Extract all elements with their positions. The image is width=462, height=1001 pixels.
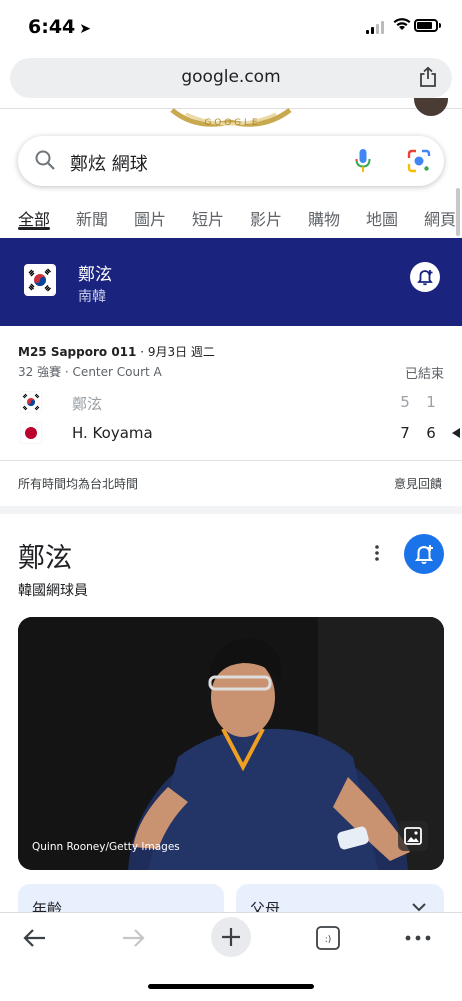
follow-bell-button[interactable] bbox=[410, 262, 440, 292]
tab-short-videos[interactable]: 短片 bbox=[192, 206, 224, 230]
image-icon bbox=[404, 827, 422, 845]
bell-plus-icon bbox=[417, 270, 433, 286]
share-icon[interactable] bbox=[418, 66, 438, 88]
entity-subtitle: 韓國網球員 bbox=[18, 583, 88, 599]
google-doodle-logo[interactable]: G O O G L E bbox=[166, 108, 296, 128]
avatar[interactable] bbox=[414, 98, 448, 116]
scrollbar[interactable] bbox=[456, 188, 460, 236]
search-tabs: 全部 新聞 圖片 短片 影片 購物 地圖 網頁 bbox=[0, 200, 462, 236]
set-score: 6 bbox=[426, 424, 436, 442]
player-photo[interactable]: Quinn Rooney/Getty Images bbox=[18, 617, 444, 870]
more-menu-icon[interactable] bbox=[404, 925, 432, 951]
set-score: 7 bbox=[400, 424, 410, 442]
battery-icon bbox=[414, 19, 438, 32]
active-tab-indicator bbox=[18, 227, 50, 230]
location-arrow-icon: ➤ bbox=[79, 21, 91, 37]
search-icon bbox=[35, 150, 55, 170]
winner-indicator-icon bbox=[452, 428, 460, 438]
search-box[interactable]: 鄭炫 網球 bbox=[18, 136, 444, 186]
japan-flag-icon bbox=[20, 422, 42, 444]
korea-flag-icon bbox=[24, 264, 56, 296]
address-bar[interactable]: google.com bbox=[10, 58, 452, 98]
bell-plus-icon bbox=[415, 545, 433, 565]
banner-player-name[interactable]: 鄭泫 bbox=[78, 260, 112, 285]
back-arrow-icon[interactable] bbox=[22, 925, 48, 951]
google-lens-icon[interactable] bbox=[406, 148, 432, 174]
more-options-icon[interactable] bbox=[372, 544, 382, 564]
tab-shopping[interactable]: 購物 bbox=[308, 206, 340, 230]
url-text: google.com bbox=[181, 67, 281, 87]
match-status: 已結束 bbox=[404, 367, 444, 382]
banner-country: 南韓 bbox=[78, 289, 106, 305]
korea-flag-icon bbox=[20, 391, 42, 413]
entity-title: 鄭泫 bbox=[18, 543, 72, 574]
wifi-icon bbox=[392, 16, 412, 37]
microphone-icon[interactable] bbox=[354, 148, 372, 174]
tab-videos[interactable]: 影片 bbox=[250, 206, 282, 230]
battery-tip bbox=[439, 23, 441, 28]
tab-images[interactable]: 圖片 bbox=[134, 206, 166, 230]
image-gallery-button[interactable] bbox=[398, 821, 428, 851]
player-photo-illustration bbox=[18, 617, 444, 870]
set-score: 1 bbox=[426, 393, 436, 411]
section-separator bbox=[0, 506, 462, 514]
feedback-link[interactable]: 意見回饋 bbox=[394, 475, 442, 492]
tab-switcher-icon[interactable]: :) bbox=[315, 925, 341, 951]
photo-credit: Quinn Rooney/Getty Images bbox=[32, 841, 180, 853]
match-header[interactable]: M25 Sapporo 011 · 9月3日 週二 bbox=[18, 343, 215, 360]
set-score: 5 bbox=[400, 393, 410, 411]
status-time: 6:44 ➤ bbox=[28, 16, 91, 38]
status-bar: 6:44 ➤ bbox=[0, 0, 462, 54]
tab-maps[interactable]: 地圖 bbox=[366, 206, 398, 230]
chevron-down-icon bbox=[412, 903, 426, 912]
player-name[interactable]: 鄭泫 bbox=[72, 393, 102, 414]
tab-news[interactable]: 新聞 bbox=[76, 206, 108, 230]
new-tab-button[interactable] bbox=[211, 917, 251, 957]
timezone-note: 所有時間均為台北時間 bbox=[18, 477, 139, 491]
follow-bell-button[interactable] bbox=[404, 534, 444, 574]
player-name[interactable]: H. Koyama bbox=[72, 424, 153, 442]
signal-icon bbox=[366, 20, 386, 34]
svg-text:G O O G L E: G O O G L E bbox=[204, 118, 257, 128]
home-indicator[interactable] bbox=[148, 984, 314, 989]
divider bbox=[0, 460, 462, 461]
forward-arrow-icon[interactable] bbox=[120, 925, 146, 951]
search-input[interactable]: 鄭炫 網球 bbox=[70, 150, 148, 176]
player-banner[interactable] bbox=[0, 238, 462, 326]
tab-web[interactable]: 網頁 bbox=[424, 206, 456, 230]
match-round: 32 強賽 · Center Court A bbox=[18, 365, 162, 379]
svg-text::): :) bbox=[325, 935, 332, 945]
plus-icon bbox=[222, 928, 240, 946]
